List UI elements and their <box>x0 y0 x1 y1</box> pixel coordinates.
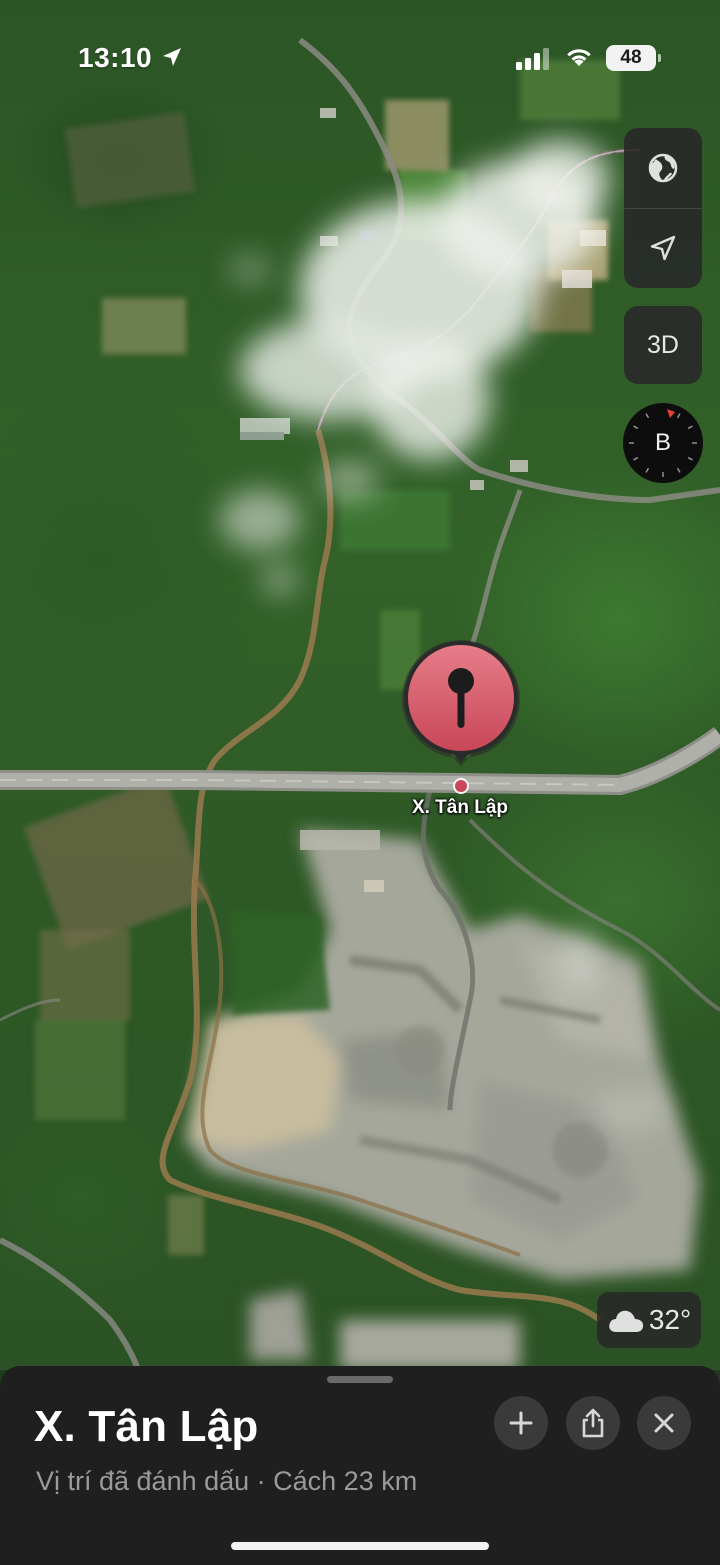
globe-icon <box>648 153 678 183</box>
add-button[interactable] <box>494 1396 548 1450</box>
satellite-map[interactable] <box>0 0 720 1370</box>
place-subtitle: Vị trí đã đánh dấu · Cách 23 km <box>36 1466 418 1496</box>
status-bar: 13:10 48 <box>0 0 720 110</box>
weather-temperature: 32° <box>648 1304 692 1335</box>
sheet-grabber[interactable] <box>327 1376 393 1383</box>
share-button[interactable] <box>566 1396 620 1450</box>
close-button[interactable] <box>637 1396 691 1450</box>
home-indicator[interactable] <box>231 1542 489 1550</box>
map-pin-marker[interactable] <box>400 638 522 798</box>
wifi-icon <box>567 49 591 66</box>
map-imagery <box>0 37 720 1370</box>
place-title: X. Tân Lập <box>34 1402 259 1451</box>
status-time: 13:10 <box>78 42 153 73</box>
location-arrow-icon <box>163 48 181 66</box>
battery-icon: 48 <box>606 45 661 71</box>
place-sheet: X. Tân Lập Vị trí đã đánh dấu · Cách 23 … <box>0 1366 720 1565</box>
map-controls <box>624 128 702 288</box>
pin-label: X. Tân Lập <box>411 797 509 818</box>
close-icon <box>654 1413 674 1433</box>
compass[interactable]: B <box>623 403 703 483</box>
locate-me-button[interactable] <box>624 208 702 288</box>
map-style-button[interactable] <box>624 128 702 208</box>
plus-icon <box>509 1411 533 1435</box>
signal-bars-icon <box>516 48 549 70</box>
3d-button[interactable]: 3D <box>624 306 702 384</box>
weather-widget[interactable]: 32° <box>597 1292 701 1348</box>
cloud-icon <box>609 1310 643 1332</box>
compass-north-letter: B <box>654 429 671 456</box>
share-icon <box>582 1408 604 1438</box>
location-arrow-icon <box>650 235 676 261</box>
battery-level: 48 <box>620 47 642 68</box>
